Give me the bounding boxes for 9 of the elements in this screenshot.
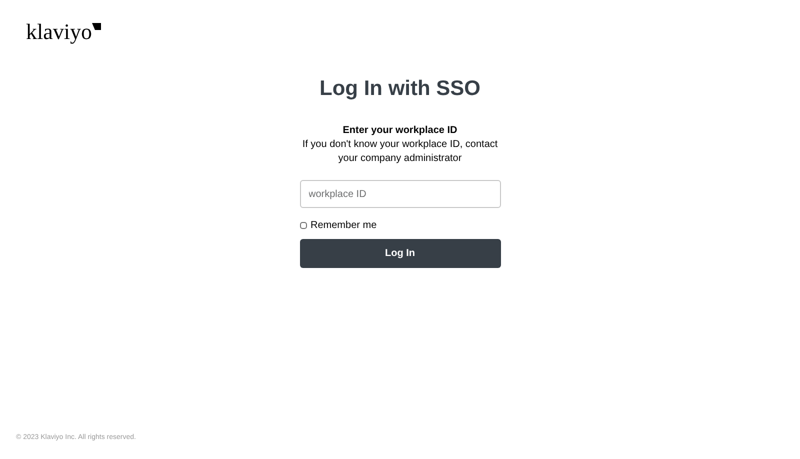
help-text: If you don't know your workplace ID, contact your company administrator <box>301 138 499 166</box>
flag-icon <box>92 23 101 30</box>
login-button[interactable]: Log In <box>300 239 500 268</box>
remember-checkbox[interactable] <box>300 222 306 229</box>
subtitle: Enter your workplace ID <box>342 124 458 138</box>
logo[interactable]: klaviyo <box>26 20 101 44</box>
page-title: Log In with SSO <box>320 76 480 102</box>
remember-label: Remember me <box>310 219 377 233</box>
workplace-id-field[interactable]: workplace ID <box>300 180 500 208</box>
